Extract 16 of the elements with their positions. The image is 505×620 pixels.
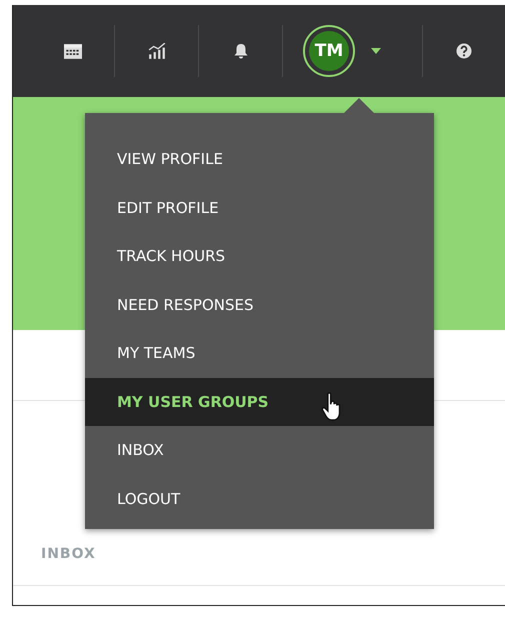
menu-item[interactable]: MY TEAMS xyxy=(85,329,434,378)
help-icon[interactable] xyxy=(455,43,474,59)
menu-item[interactable]: INBOX xyxy=(85,426,434,474)
menu-item[interactable]: VIEW PROFILE xyxy=(85,135,434,184)
menu-item[interactable]: EDIT PROFILE xyxy=(85,184,434,232)
hand-cursor-icon xyxy=(321,392,343,422)
avatar[interactable]: TM xyxy=(309,31,350,71)
menu-item[interactable]: TRACK HOURS xyxy=(85,232,434,280)
menu-item[interactable]: LOGOUT xyxy=(85,474,434,523)
bell-icon[interactable] xyxy=(232,43,250,59)
menu-item[interactable]: MY USER GROUPS xyxy=(85,378,434,426)
chart-icon[interactable] xyxy=(148,43,166,59)
menu-item[interactable]: NEED RESPONSES xyxy=(85,280,434,329)
calendar-icon[interactable] xyxy=(64,43,82,59)
section-heading: INBOX xyxy=(41,546,96,562)
caret-icon[interactable] xyxy=(371,48,382,54)
